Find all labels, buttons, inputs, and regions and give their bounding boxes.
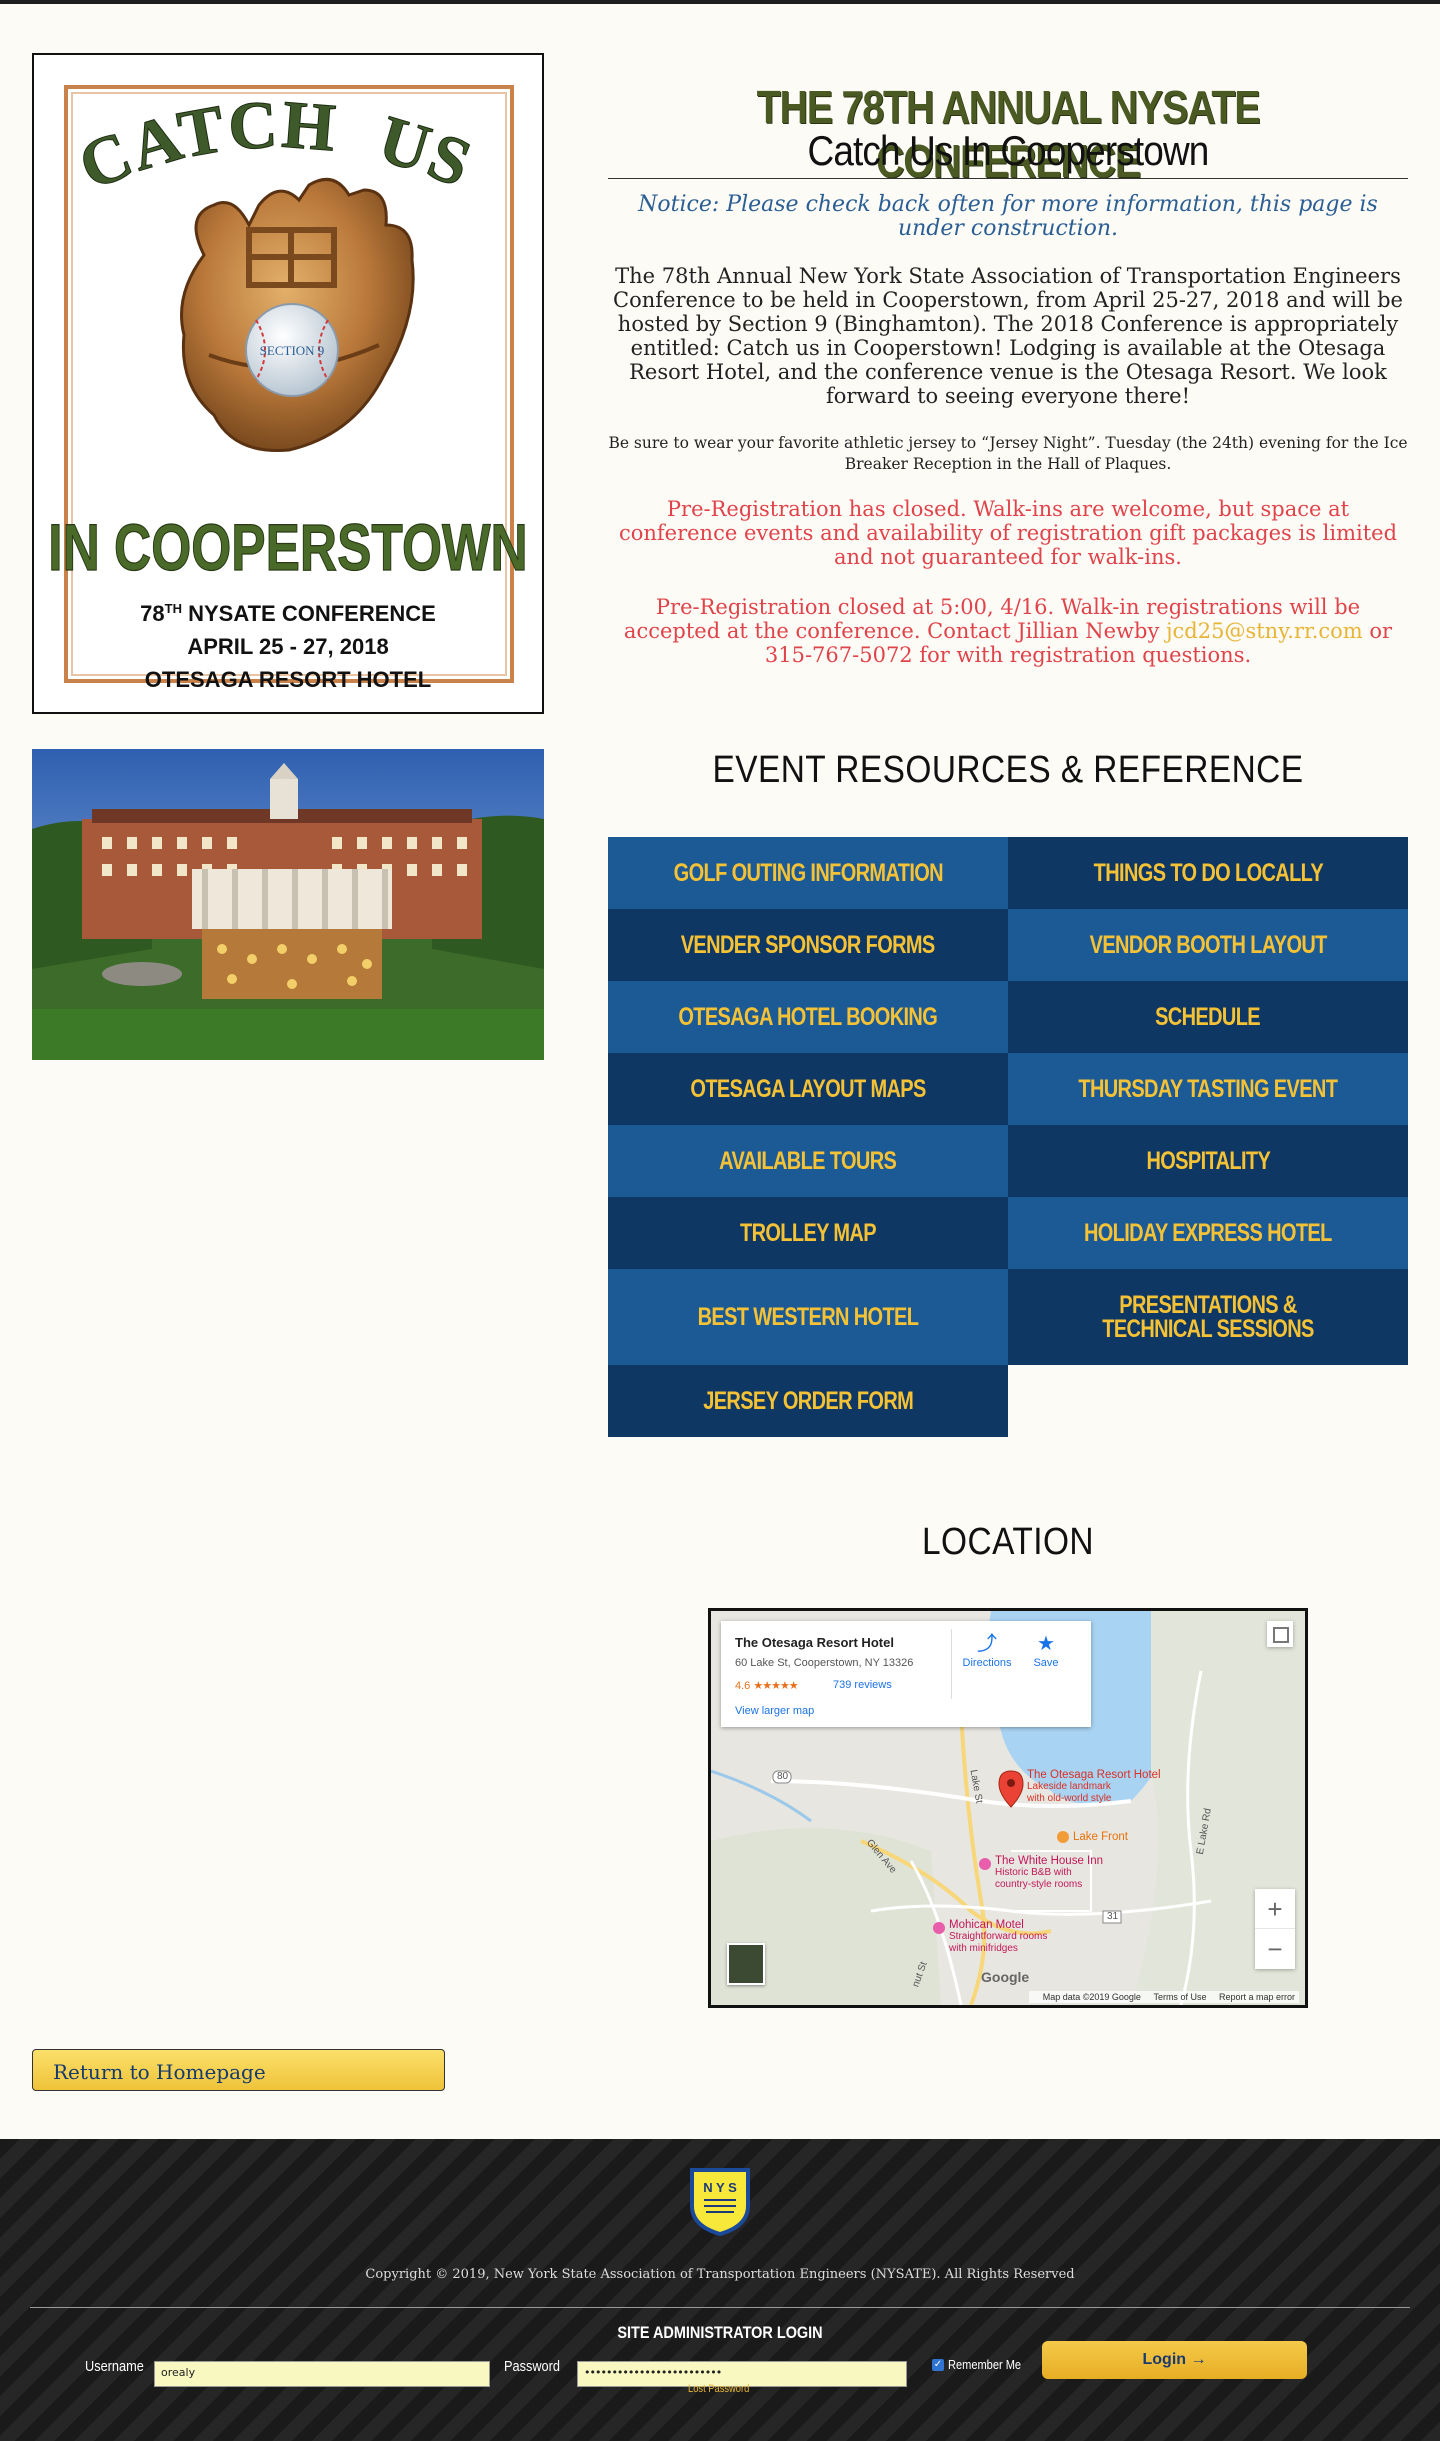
site-footer: N Y S Copyright © 2019, New York State A… [0,2139,1440,2441]
conference-poster: CATCH US SECTION 9 IN COOPERSTOWN 78TH N… [32,53,544,714]
lake-front-label: Lake Front [1073,1831,1128,1843]
route-80-label: 80 [777,1771,789,1782]
directions-button[interactable]: ⤴ Directions [957,1631,1017,1669]
map-data-text: Map data ©2019 Google [1042,1992,1141,2002]
poster-artwork: CATCH US SECTION 9 IN COOPERSTOWN 78TH N… [48,85,529,692]
resource-best-western[interactable]: BEST WESTERN HOTEL [608,1269,1008,1365]
title-divider [608,178,1408,179]
place-name: The Otesaga Resort Hotel [735,1635,894,1650]
lake-front-icon[interactable] [1057,1831,1069,1843]
resource-layout-maps[interactable]: OTESAGA LAYOUT MAPS [608,1053,1008,1125]
card-divider [951,1629,952,1699]
svg-text:CATCH: CATCH [68,86,340,205]
google-logo: Google [981,1969,1030,1985]
construction-notice: Notice: Please check back often for more… [638,192,1378,241]
place-info-card: The Otesaga Resort Hotel 60 Lake St, Coo… [721,1621,1091,1727]
return-to-homepage-button[interactable]: Return to Homepage [32,2049,445,2091]
report-map-error-link[interactable]: Report a map error [1219,1992,1295,2002]
resource-thursday-tasting[interactable]: THURSDAY TASTING EVENT [1008,1053,1408,1125]
otesaga-hotel-photo [32,749,544,1060]
map-footer: Map data ©2019 Google Terms of Use Repor… [1028,1991,1299,2003]
terms-of-use-link[interactable]: Terms of Use [1153,1992,1206,2002]
preregistration-contact-notice: Pre-Registration closed at 5:00, 4/16. W… [608,595,1408,667]
svg-text:N Y S: N Y S [703,2180,737,2195]
jersey-night-note: Be sure to wear your favorite athletic j… [608,434,1408,473]
password-label: Password [504,2358,560,2375]
svg-text:US: US [370,100,483,202]
contact-email-link[interactable]: jcd25@stny.rr.com [1166,619,1363,643]
resource-available-tours[interactable]: AVAILABLE TOURS [608,1125,1008,1197]
resource-holiday-express[interactable]: HOLIDAY EXPRESS HOTEL [1008,1197,1408,1269]
checkbox-checked-icon[interactable]: ✓ [932,2358,944,2371]
top-bar [0,0,1440,4]
username-input[interactable]: orealy [154,2361,490,2387]
lost-password-link[interactable]: Lost Password [688,2383,749,2395]
ball-section-label: SECTION 9 [260,343,325,358]
preregistration-closed-notice: Pre-Registration has closed. Walk-ins ar… [618,497,1398,569]
directions-icon: ⤴ [977,1633,997,1655]
remember-me-label: Remember Me [948,2357,1022,2372]
poster-in-cooperstown: IN COOPERSTOWN [48,510,527,585]
star-icon: ★ [1037,1633,1055,1655]
resources-heading: EVENT RESOURCES & REFERENCE [712,749,1304,791]
location-map[interactable]: 80 31 Lake St Glen Ave E Lake Rd nut St … [708,1608,1308,2008]
baseball-glove-icon: SECTION 9 [180,177,415,453]
resource-things-to-do[interactable]: THINGS TO DO LOCALLY [1008,837,1408,909]
footer-divider [30,2307,1410,2308]
zoom-in-button[interactable]: + [1255,1889,1295,1929]
white-house-inn-label: The White House Inn Historic B&B with co… [995,1855,1104,1890]
mohican-motel-icon[interactable] [933,1922,945,1934]
resource-trolley-map[interactable]: TROLLEY MAP [608,1197,1008,1269]
zoom-out-button[interactable]: − [1255,1929,1295,1969]
mohican-motel-label: Mohican Motel Straightforward rooms with… [949,1919,1048,1954]
poster-dates: APRIL 25 - 27, 2018 [187,634,388,659]
page-subtitle: Catch Us In Cooperstown [807,127,1210,174]
reviews-link[interactable]: 739 reviews [833,1679,892,1691]
fullscreen-button[interactable] [1267,1621,1293,1647]
copyright-text: Copyright © 2019, New York State Associa… [365,2267,1075,2282]
poster-catch-text: CATCH [67,85,338,205]
view-larger-map-link[interactable]: View larger map [735,1705,814,1717]
resource-schedule[interactable]: SCHEDULE [1008,981,1408,1053]
resource-golf-outing[interactable]: GOLF OUTING INFORMATION [608,837,1008,909]
admin-login-title: SITE ADMINISTRATOR LOGIN [617,2323,823,2342]
nysate-shield-logo[interactable]: N Y S [688,2166,752,2236]
poster-us-text: US [370,100,482,203]
resource-vendor-booth-layout[interactable]: VENDOR BOOTH LAYOUT [1008,909,1408,981]
route-31-label: 31 [1107,1911,1119,1922]
location-heading: LOCATION [922,1521,1094,1563]
intro-paragraph: The 78th Annual New York State Associati… [613,264,1403,408]
rating-stars-icon: ★★★★★ [753,1680,798,1692]
poster-conference-line: 78TH NYSATE CONFERENCE [140,601,436,626]
resource-hospitality[interactable]: HOSPITALITY [1008,1125,1408,1197]
resource-hotel-booking[interactable]: OTESAGA HOTEL BOOKING [608,981,1008,1053]
save-button[interactable]: ★ Save [1021,1631,1071,1669]
white-house-inn-icon[interactable] [979,1858,991,1870]
street-view-thumbnail[interactable] [727,1943,765,1985]
resource-vender-sponsor-forms[interactable]: VENDER SPONSOR FORMS [608,909,1008,981]
place-rating: 4.6 ★★★★★ [735,1680,799,1692]
remember-me-checkbox[interactable]: ✓ Remember Me [932,2357,1034,2372]
place-address: 60 Lake St, Cooperstown, NY 13326 [735,1657,914,1669]
login-button[interactable]: Login → [1042,2341,1307,2379]
zoom-control: + − [1255,1889,1295,1969]
resource-jersey-order-form[interactable]: JERSEY ORDER FORM [608,1365,1008,1437]
username-label: Username [85,2358,144,2375]
otesaga-map-label: The Otesaga Resort Hotel Lakeside landma… [1027,1769,1161,1804]
poster-venue: OTESAGA RESORT HOTEL [145,667,431,692]
resource-presentations[interactable]: PRESENTATIONS & TECHNICAL SESSIONS [1008,1269,1408,1365]
